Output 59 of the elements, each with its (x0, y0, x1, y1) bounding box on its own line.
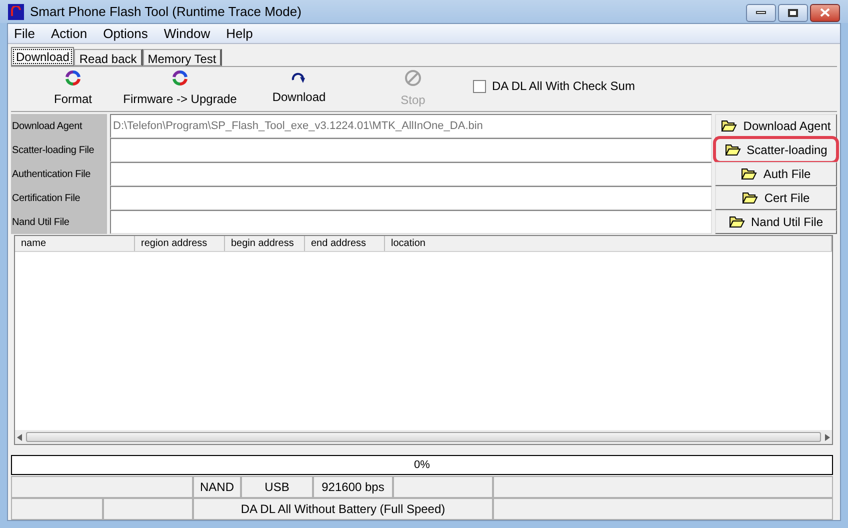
path-field[interactable]: D:\Telefon\Program\SP_Flash_Tool_exe_v3.1224.01\MTK_AllInOne_DA.bin (110, 114, 712, 138)
close-button[interactable] (810, 4, 840, 22)
toolbar-button[interactable]: Format (31, 69, 115, 109)
scroll-right-icon[interactable] (825, 434, 830, 440)
column-header[interactable]: end address (305, 236, 385, 251)
status-cell: DA DL All Without Battery (Full Speed) (193, 498, 493, 520)
maximize-icon (788, 8, 798, 16)
progress-text: 0% (414, 458, 430, 473)
tab[interactable]: Download (11, 47, 74, 66)
scroll-left-icon[interactable] (17, 434, 22, 440)
path-field[interactable] (110, 186, 712, 210)
browse-button[interactable]: Cert File (715, 186, 837, 210)
toolbar-button[interactable]: Download (247, 69, 351, 109)
window-title: Smart Phone Flash Tool (Runtime Trace Mode) (30, 2, 302, 21)
menu-item[interactable]: Window (164, 24, 210, 44)
circular-arrows-icon (172, 70, 188, 86)
field-label: Download Agent (11, 114, 107, 138)
path-field[interactable] (110, 138, 712, 162)
menu-item[interactable]: File (14, 24, 35, 44)
circular-arrows-icon (65, 70, 81, 86)
browse-button[interactable]: Download Agent (715, 114, 837, 138)
column-header[interactable]: name (15, 236, 135, 251)
browse-button[interactable]: Auth File (715, 162, 837, 186)
checkbox[interactable] (473, 80, 486, 92)
column-header[interactable]: region address (135, 236, 225, 251)
tab[interactable]: Memory Test (142, 49, 222, 66)
status-cell: 921600 bps (313, 476, 393, 498)
toolbar-button[interactable]: Firmware -> Upgrade (115, 69, 245, 109)
close-icon (820, 8, 830, 17)
scrollbar-thumb[interactable] (26, 432, 821, 442)
status-cell: NAND (193, 476, 241, 498)
column-header[interactable]: begin address (225, 236, 305, 251)
field-label: Nand Util File (11, 210, 107, 234)
path-field[interactable] (110, 162, 712, 186)
status-cell: USB (241, 476, 313, 498)
checkbox-label: DA DL All With Check Sum (492, 78, 635, 95)
column-header[interactable]: location (385, 236, 832, 251)
app-icon (8, 4, 24, 20)
field-label: Authentication File (11, 162, 107, 186)
minimize-button[interactable] (746, 4, 776, 22)
menu-item[interactable]: Options (103, 24, 148, 44)
field-label: Scatter-loading File (11, 138, 107, 162)
minimize-icon (756, 11, 766, 14)
maximize-button[interactable] (778, 4, 808, 22)
horizontal-scrollbar[interactable] (15, 430, 832, 444)
folder-icon (742, 192, 758, 204)
folder-icon (724, 144, 741, 156)
menu-item[interactable]: Action (50, 24, 88, 44)
folder-icon (728, 216, 745, 228)
prohibited-icon (404, 69, 422, 87)
browse-button[interactable]: Nand Util File (715, 210, 837, 234)
tab[interactable]: Read back (74, 49, 143, 66)
field-label: Certification File (11, 186, 107, 210)
path-field[interactable] (110, 210, 712, 234)
folder-icon (741, 168, 758, 180)
curved-arrow-icon (291, 72, 307, 84)
browse-button[interactable]: Scatter-loading (715, 138, 837, 162)
menu-item[interactable]: Help (226, 24, 253, 44)
folder-icon (721, 120, 738, 132)
